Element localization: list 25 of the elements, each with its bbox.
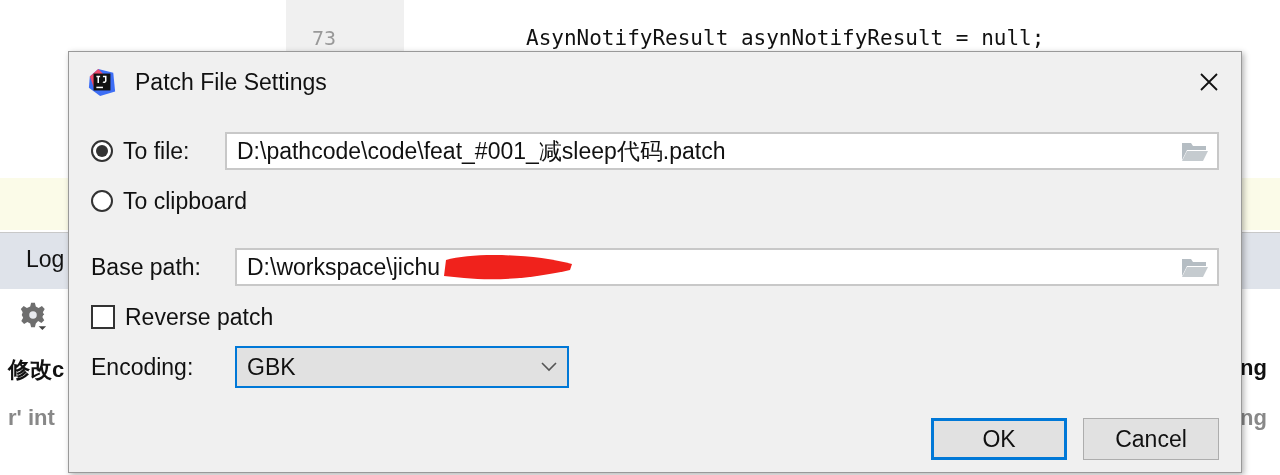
gear-icon[interactable]	[18, 300, 48, 330]
close-icon[interactable]	[1199, 72, 1219, 92]
dialog-button[interactable]: OK	[931, 418, 1067, 460]
dialog-button[interactable]: Cancel	[1083, 418, 1219, 460]
checkbox-label[interactable]: Reverse patch	[125, 303, 274, 331]
base-path-field[interactable]: D:\workspace\jichu	[235, 248, 1219, 286]
log-tab[interactable]: Log	[26, 246, 65, 273]
field-label: Encoding:	[91, 353, 195, 381]
commit-author: ng	[1240, 355, 1267, 381]
radio-button[interactable]	[91, 190, 113, 212]
radio-button[interactable]	[91, 140, 113, 162]
commit-author: ng	[1240, 405, 1267, 431]
commit-message: r' int	[8, 405, 55, 431]
field-label: Base path:	[91, 253, 202, 281]
commit-message: 修改c	[8, 356, 65, 384]
radio-label[interactable]: To file:	[123, 137, 190, 165]
caret-icon	[541, 362, 557, 372]
code-line: AsynNotifyResult asynNotifyResult = null;	[526, 26, 1045, 50]
app-logo-icon	[87, 67, 117, 97]
encoding-dropdown[interactable]: GBK	[235, 346, 569, 388]
dialog-title: Patch File Settings	[135, 68, 328, 96]
checkbox[interactable]	[91, 305, 115, 329]
line-number: 73	[312, 26, 337, 50]
radio-label[interactable]: To clipboard	[123, 187, 248, 215]
file-path-field[interactable]: D:\pathcode\code\feat_#001_减sleep代码.patch	[225, 132, 1219, 170]
